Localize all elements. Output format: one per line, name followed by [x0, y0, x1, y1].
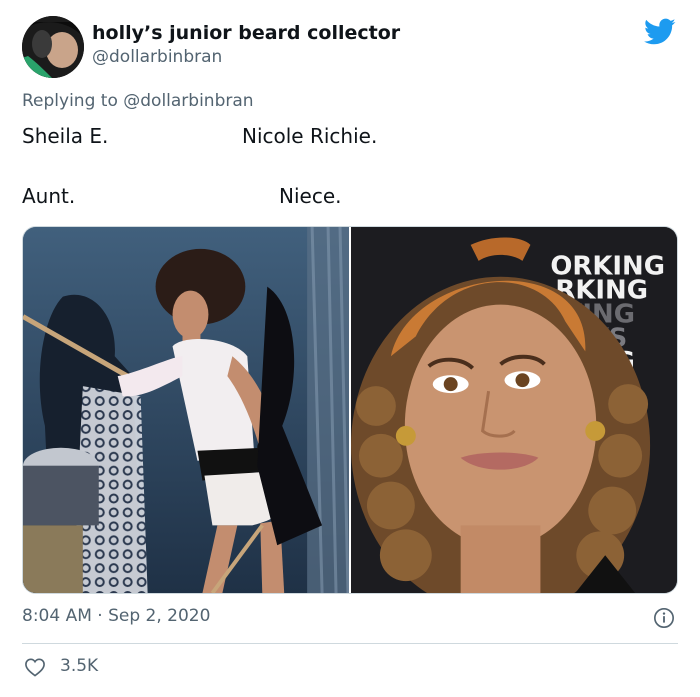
- replying-mention-link[interactable]: @dollarbinbran: [123, 91, 253, 111]
- tweet-text-right-bottom: Niece.: [279, 184, 342, 208]
- info-icon[interactable]: [653, 607, 675, 629]
- heart-icon[interactable]: [24, 657, 46, 677]
- display-name[interactable]: holly’s junior beard collector: [92, 22, 400, 44]
- photo-sheila-e-image: [23, 227, 349, 593]
- replying-prefix: Replying to: [22, 91, 118, 111]
- like-count[interactable]: 3.5K: [60, 656, 98, 676]
- tweet-text-left-bottom: Aunt.: [22, 184, 76, 208]
- divider: [22, 643, 678, 644]
- twitter-bird-icon[interactable]: [644, 18, 676, 46]
- photo-sheila-e[interactable]: [23, 227, 349, 593]
- tweet-media: ORKING RKING KING AYS ING: [22, 226, 678, 594]
- replying-to-line: Replying to @dollarbinbran: [22, 91, 254, 111]
- tweet-timestamp[interactable]: 8:04 AM · Sep 2, 2020: [22, 606, 210, 626]
- photo-nicole-richie[interactable]: ORKING RKING KING AYS ING: [351, 227, 677, 593]
- user-handle[interactable]: @dollarbinbran: [92, 47, 222, 67]
- photo-nicole-richie-image: ORKING RKING KING AYS ING: [351, 227, 677, 593]
- tweet-text-left-top: Sheila E.: [22, 124, 109, 148]
- tweet-text-right-top: Nicole Richie.: [242, 124, 378, 148]
- avatar[interactable]: [22, 16, 84, 78]
- avatar-image: [22, 16, 84, 78]
